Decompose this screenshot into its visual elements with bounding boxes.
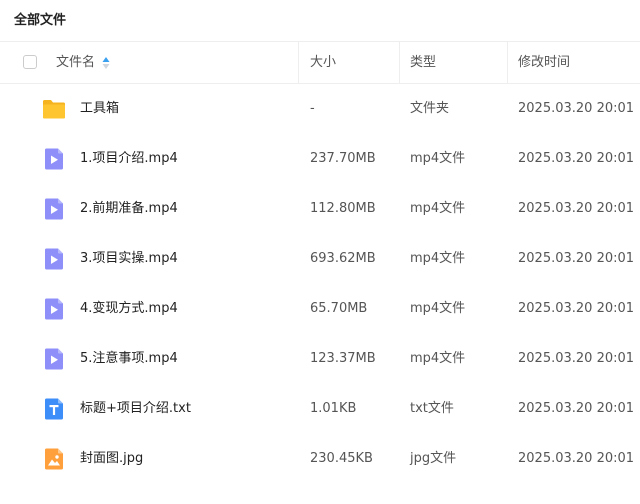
file-size: 1.01KB (310, 401, 357, 416)
video-file-icon (45, 198, 63, 220)
file-mtime: 2025.03.20 20:01 (518, 301, 635, 316)
file-name[interactable]: 4.变现方式.mp4 (80, 301, 178, 317)
column-header-type[interactable]: 类型 (410, 55, 436, 71)
folder-icon (43, 100, 65, 119)
file-type: mp4文件 (410, 351, 466, 366)
file-name[interactable]: 2.前期准备.mp4 (80, 201, 178, 217)
video-file-icon (45, 148, 63, 170)
sort-ascending-icon[interactable] (102, 56, 110, 70)
file-type: jpg文件 (410, 451, 457, 466)
file-type: txt文件 (410, 401, 454, 416)
file-row[interactable]: 3.项目实操.mp4 693.62MB mp4文件 2025.03.20 20:… (0, 234, 640, 284)
column-header-size[interactable]: 大小 (310, 55, 336, 71)
file-name[interactable]: 工具箱 (80, 101, 119, 117)
file-type: mp4文件 (410, 151, 466, 166)
file-mtime: 2025.03.20 20:01 (518, 151, 635, 166)
title-bar: 全部文件 (0, 0, 640, 42)
file-mtime: 2025.03.20 20:01 (518, 251, 635, 266)
video-file-icon (45, 298, 63, 320)
video-file-icon (45, 248, 63, 270)
file-mtime: 2025.03.20 20:01 (518, 401, 635, 416)
file-mtime: 2025.03.20 20:01 (518, 201, 635, 216)
file-name[interactable]: 1.项目介绍.mp4 (80, 151, 178, 167)
file-type: 文件夹 (410, 101, 450, 116)
column-divider[interactable] (507, 42, 508, 83)
file-size: 693.62MB (310, 251, 376, 266)
file-size: 123.37MB (310, 351, 376, 366)
file-type: mp4文件 (410, 251, 466, 266)
file-size: 112.80MB (310, 201, 376, 216)
file-row[interactable]: 封面图.jpg 230.45KB jpg文件 2025.03.20 20:01 (0, 434, 640, 484)
video-file-icon (45, 348, 63, 370)
page-title: 全部文件 (14, 13, 67, 28)
file-name[interactable]: 封面图.jpg (80, 451, 143, 467)
file-row[interactable]: 5.注意事项.mp4 123.37MB mp4文件 2025.03.20 20:… (0, 334, 640, 384)
file-row[interactable]: 标题+项目介绍.txt 1.01KB txt文件 2025.03.20 20:0… (0, 384, 640, 434)
column-header-mtime[interactable]: 修改时间 (518, 55, 570, 71)
file-mtime: 2025.03.20 20:01 (518, 351, 635, 366)
column-header-name[interactable]: 文件名 (56, 55, 95, 71)
column-divider[interactable] (298, 42, 299, 83)
file-row[interactable]: 2.前期准备.mp4 112.80MB mp4文件 2025.03.20 20:… (0, 184, 640, 234)
file-type: mp4文件 (410, 301, 466, 316)
file-size: - (310, 101, 315, 116)
column-divider[interactable] (399, 42, 400, 83)
file-name[interactable]: 标题+项目介绍.txt (80, 401, 191, 417)
table-header: 文件名 大小 类型 修改时间 (0, 42, 640, 84)
file-list: 工具箱 - 文件夹 2025.03.20 20:01 1.项目介绍.mp4 23… (0, 84, 640, 484)
file-name[interactable]: 3.项目实操.mp4 (80, 251, 178, 267)
text-file-icon (45, 398, 63, 420)
file-mtime: 2025.03.20 20:01 (518, 101, 635, 116)
file-size: 230.45KB (310, 451, 373, 466)
file-row[interactable]: 1.项目介绍.mp4 237.70MB mp4文件 2025.03.20 20:… (0, 134, 640, 184)
file-mtime: 2025.03.20 20:01 (518, 451, 635, 466)
select-all-checkbox[interactable] (23, 55, 37, 69)
file-name[interactable]: 5.注意事项.mp4 (80, 351, 178, 367)
file-row[interactable]: 4.变现方式.mp4 65.70MB mp4文件 2025.03.20 20:0… (0, 284, 640, 334)
file-size: 237.70MB (310, 151, 376, 166)
file-row[interactable]: 工具箱 - 文件夹 2025.03.20 20:01 (0, 84, 640, 134)
image-file-icon (45, 448, 63, 470)
file-size: 65.70MB (310, 301, 368, 316)
file-type: mp4文件 (410, 201, 466, 216)
